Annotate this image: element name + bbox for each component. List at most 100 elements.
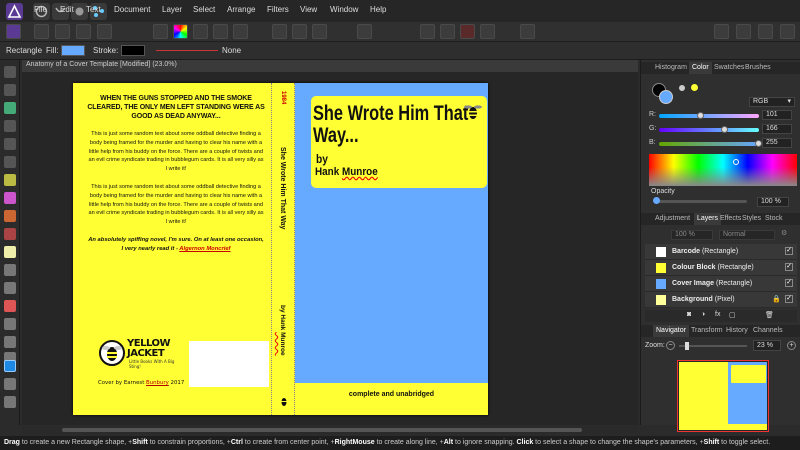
stroke-width-slider[interactable]: [156, 50, 218, 51]
lock-icon[interactable]: 🔒: [772, 295, 781, 303]
gradient-tool-icon[interactable]: [4, 192, 16, 204]
text-tool-icon[interactable]: [4, 378, 16, 390]
spectrum-picker[interactable]: [733, 159, 739, 165]
tab-color[interactable]: Color: [689, 62, 712, 74]
color-balance-icon[interactable]: [193, 24, 208, 39]
develop-tool-icon[interactable]: [55, 24, 70, 39]
horizontal-scrollbar[interactable]: [22, 426, 638, 434]
zoom-in-icon[interactable]: +: [787, 341, 796, 350]
layer-row[interactable]: Barcode (Rectangle) ✓: [645, 244, 797, 260]
green-value[interactable]: 166: [762, 124, 792, 134]
tab-layers[interactable]: Layers: [694, 213, 722, 225]
menu-filters[interactable]: Filters: [267, 5, 289, 14]
tab-stock[interactable]: Stock: [765, 215, 783, 222]
document-tab[interactable]: Anatomy of a Cover Template [Modified] (…: [22, 60, 638, 72]
adjustment-icon[interactable]: ◑: [701, 311, 705, 318]
zoom-value[interactable]: 23 %: [753, 340, 781, 351]
layer-opacity-select[interactable]: 100 %: [671, 230, 713, 240]
green-slider[interactable]: G: 166: [649, 124, 799, 135]
front-cover[interactable]: She Wrote Him That Way... by Hank Munroe…: [295, 83, 488, 415]
delete-layer-icon[interactable]: 🗑: [765, 311, 774, 319]
zoom-out-icon[interactable]: −: [666, 341, 675, 350]
blend-mode-select[interactable]: Normal: [719, 230, 775, 240]
barcode-rectangle[interactable]: [189, 341, 269, 387]
blur-brush-icon[interactable]: [4, 282, 16, 294]
red-knob[interactable]: [697, 112, 705, 119]
marquee-tool-icon[interactable]: [4, 156, 16, 168]
blue-slider[interactable]: B: 255: [649, 138, 799, 149]
flood-fill-icon[interactable]: [4, 174, 16, 186]
opacity-value[interactable]: 100 %: [757, 197, 789, 207]
visibility-checkbox[interactable]: ✓: [785, 279, 793, 287]
magnet-icon[interactable]: [460, 24, 475, 39]
tab-histogram[interactable]: Histogram: [655, 64, 687, 71]
boolean-subtract-icon[interactable]: [780, 24, 795, 39]
blue-knob[interactable]: [755, 140, 762, 147]
healing-brush-icon[interactable]: [4, 300, 16, 312]
tab-channels[interactable]: Channels: [753, 327, 783, 334]
pen-tool-icon[interactable]: [4, 336, 16, 348]
selection-brush-tool-icon[interactable]: [4, 138, 16, 150]
photo-persona-tool-icon[interactable]: [6, 24, 21, 39]
levels-icon[interactable]: [153, 24, 168, 39]
rectangle-tool-icon[interactable]: [4, 360, 16, 372]
zoom-slider[interactable]: [679, 345, 747, 347]
opacity-slider[interactable]: [655, 200, 747, 203]
lasso-icon[interactable]: [312, 24, 327, 39]
tab-history[interactable]: History: [726, 327, 748, 334]
red-eye-tool-icon[interactable]: [4, 318, 16, 330]
tab-adjustment[interactable]: Adjustment: [655, 215, 690, 222]
color-wheel-icon[interactable]: [173, 24, 188, 39]
move-tool-icon[interactable]: [4, 84, 16, 96]
red-value[interactable]: 101: [762, 110, 792, 120]
tab-swatches[interactable]: Swatches: [714, 64, 744, 71]
liquify-tool-icon[interactable]: [34, 24, 49, 39]
menu-file[interactable]: File: [34, 5, 47, 14]
marquee-select-icon[interactable]: [272, 24, 287, 39]
menu-help[interactable]: Help: [370, 5, 386, 14]
assistant-icon[interactable]: [420, 24, 435, 39]
erase-brush-icon[interactable]: [4, 246, 16, 258]
scrollbar-thumb[interactable]: [62, 428, 582, 432]
tone-mapping-icon[interactable]: [76, 24, 91, 39]
arrange-back-icon[interactable]: [714, 24, 729, 39]
blue-track[interactable]: [659, 142, 759, 146]
menu-select[interactable]: Select: [193, 5, 215, 14]
menu-layer[interactable]: Layer: [162, 5, 182, 14]
white-balance-icon[interactable]: [213, 24, 228, 39]
swap-colors-icon[interactable]: [679, 85, 685, 91]
colour-block[interactable]: She Wrote Him That Way... by Hank Munroe: [311, 96, 487, 188]
tab-navigator[interactable]: Navigator: [653, 325, 689, 337]
quick-mask-icon[interactable]: [357, 24, 372, 39]
tab-effects[interactable]: Effects: [720, 215, 741, 222]
zoom-tool-icon[interactable]: [4, 396, 16, 408]
color-mode-select[interactable]: RGB ▾: [749, 97, 795, 107]
group-icon[interactable]: ▢: [729, 311, 736, 319]
color-picker-icon[interactable]: [4, 102, 16, 114]
layer-row[interactable]: Background (Pixel) 🔒 ✓: [645, 292, 797, 308]
app-logo-icon[interactable]: [6, 3, 23, 20]
color-spectrum[interactable]: [649, 154, 797, 186]
export-tool-icon[interactable]: [97, 24, 112, 39]
dodge-tool-icon[interactable]: [4, 228, 16, 240]
boolean-add-icon[interactable]: [758, 24, 773, 39]
red-slider[interactable]: R: 101: [649, 110, 799, 121]
mask-icon[interactable]: ◙: [687, 311, 691, 318]
layer-settings-gear-icon[interactable]: ⚙: [781, 229, 787, 237]
layer-row[interactable]: Colour Block (Rectangle) ✓: [645, 260, 797, 276]
view-tool-icon[interactable]: [4, 66, 16, 78]
arrange-front-icon[interactable]: [736, 24, 751, 39]
pen-export-icon[interactable]: [520, 24, 535, 39]
blue-value[interactable]: 255: [762, 138, 792, 148]
spine[interactable]: 1984 She Wrote Him That Way by Hank Munr…: [271, 83, 295, 415]
snapping-options-icon[interactable]: [480, 24, 495, 39]
book-cover[interactable]: WHEN THE GUNS STOPPED AND THE SMOKE CLEA…: [73, 83, 488, 415]
snapping-icon[interactable]: [440, 24, 455, 39]
green-track[interactable]: [659, 128, 759, 132]
fill-swatch[interactable]: [61, 45, 85, 56]
tab-transform[interactable]: Transform: [691, 327, 723, 334]
layer-row[interactable]: Cover Image (Rectangle) ✓: [645, 276, 797, 292]
clone-tool-icon[interactable]: [4, 264, 16, 276]
navigator-preview[interactable]: [677, 360, 769, 432]
canvas[interactable]: WHEN THE GUNS STOPPED AND THE SMOKE CLEA…: [22, 72, 638, 425]
